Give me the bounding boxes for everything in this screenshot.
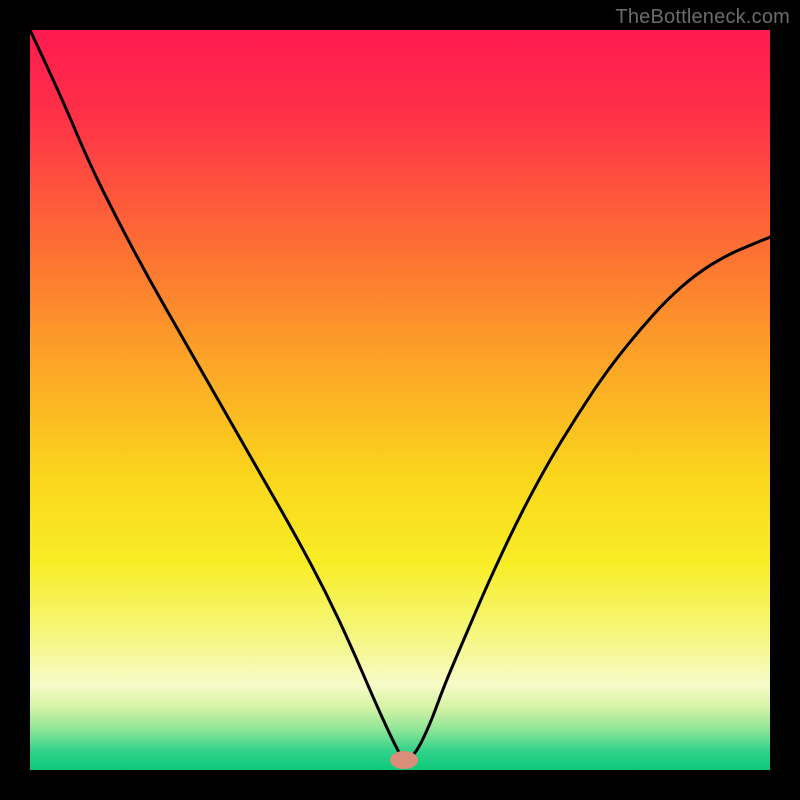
watermark-text: TheBottleneck.com — [615, 6, 790, 29]
plot-area — [30, 30, 770, 770]
chart-frame: TheBottleneck.com — [0, 0, 800, 800]
background-gradient — [30, 30, 770, 770]
